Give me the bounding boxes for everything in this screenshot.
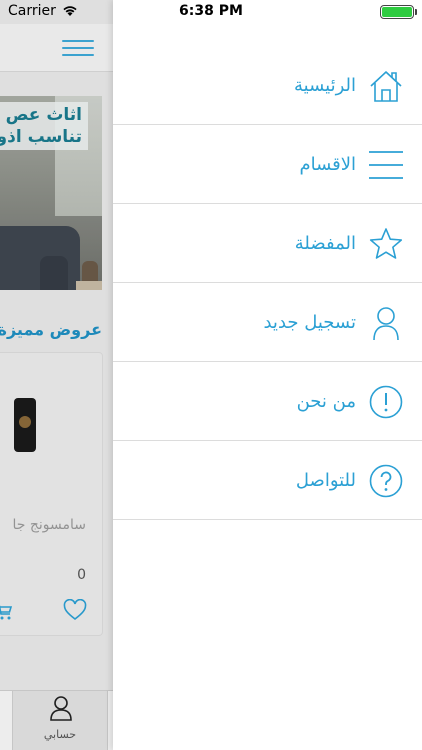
menu-item-contact[interactable]: للتواصل — [113, 441, 422, 520]
menu-label-register: تسجيل جديد — [263, 312, 356, 333]
menu-label-categories: الاقسام — [299, 154, 356, 175]
wifi-icon — [62, 5, 78, 17]
menu-item-favorites[interactable]: المفضلة — [113, 204, 422, 283]
menu-label-home: الرئيسية — [294, 75, 356, 96]
status-bar: Carrier 6:38 PM — [0, 0, 422, 24]
drawer-overlay[interactable] — [0, 0, 113, 750]
star-icon — [368, 226, 404, 262]
menu-label-favorites: المفضلة — [294, 233, 356, 254]
menu-label-contact: للتواصل — [295, 470, 356, 491]
status-left: Carrier — [8, 3, 78, 19]
user-icon — [368, 305, 404, 341]
menu-item-categories[interactable]: الاقسام — [113, 125, 422, 204]
home-icon — [368, 68, 404, 104]
menu-item-register[interactable]: تسجيل جديد — [113, 283, 422, 362]
drawer-menu: الرئيسية الاقسام المفضلة تسجيل جديد من ن… — [113, 46, 422, 520]
carrier-label: Carrier — [8, 3, 56, 19]
battery-fill — [382, 7, 412, 17]
menu-item-home[interactable]: الرئيسية — [113, 46, 422, 125]
menu-item-about[interactable]: من نحن — [113, 362, 422, 441]
side-drawer: الرئيسية الاقسام المفضلة تسجيل جديد من ن… — [113, 0, 422, 750]
battery-icon — [380, 5, 417, 19]
menu-lines-icon — [368, 147, 404, 183]
help-icon — [368, 463, 404, 499]
menu-label-about: من نحن — [296, 391, 356, 412]
info-icon — [368, 384, 404, 420]
